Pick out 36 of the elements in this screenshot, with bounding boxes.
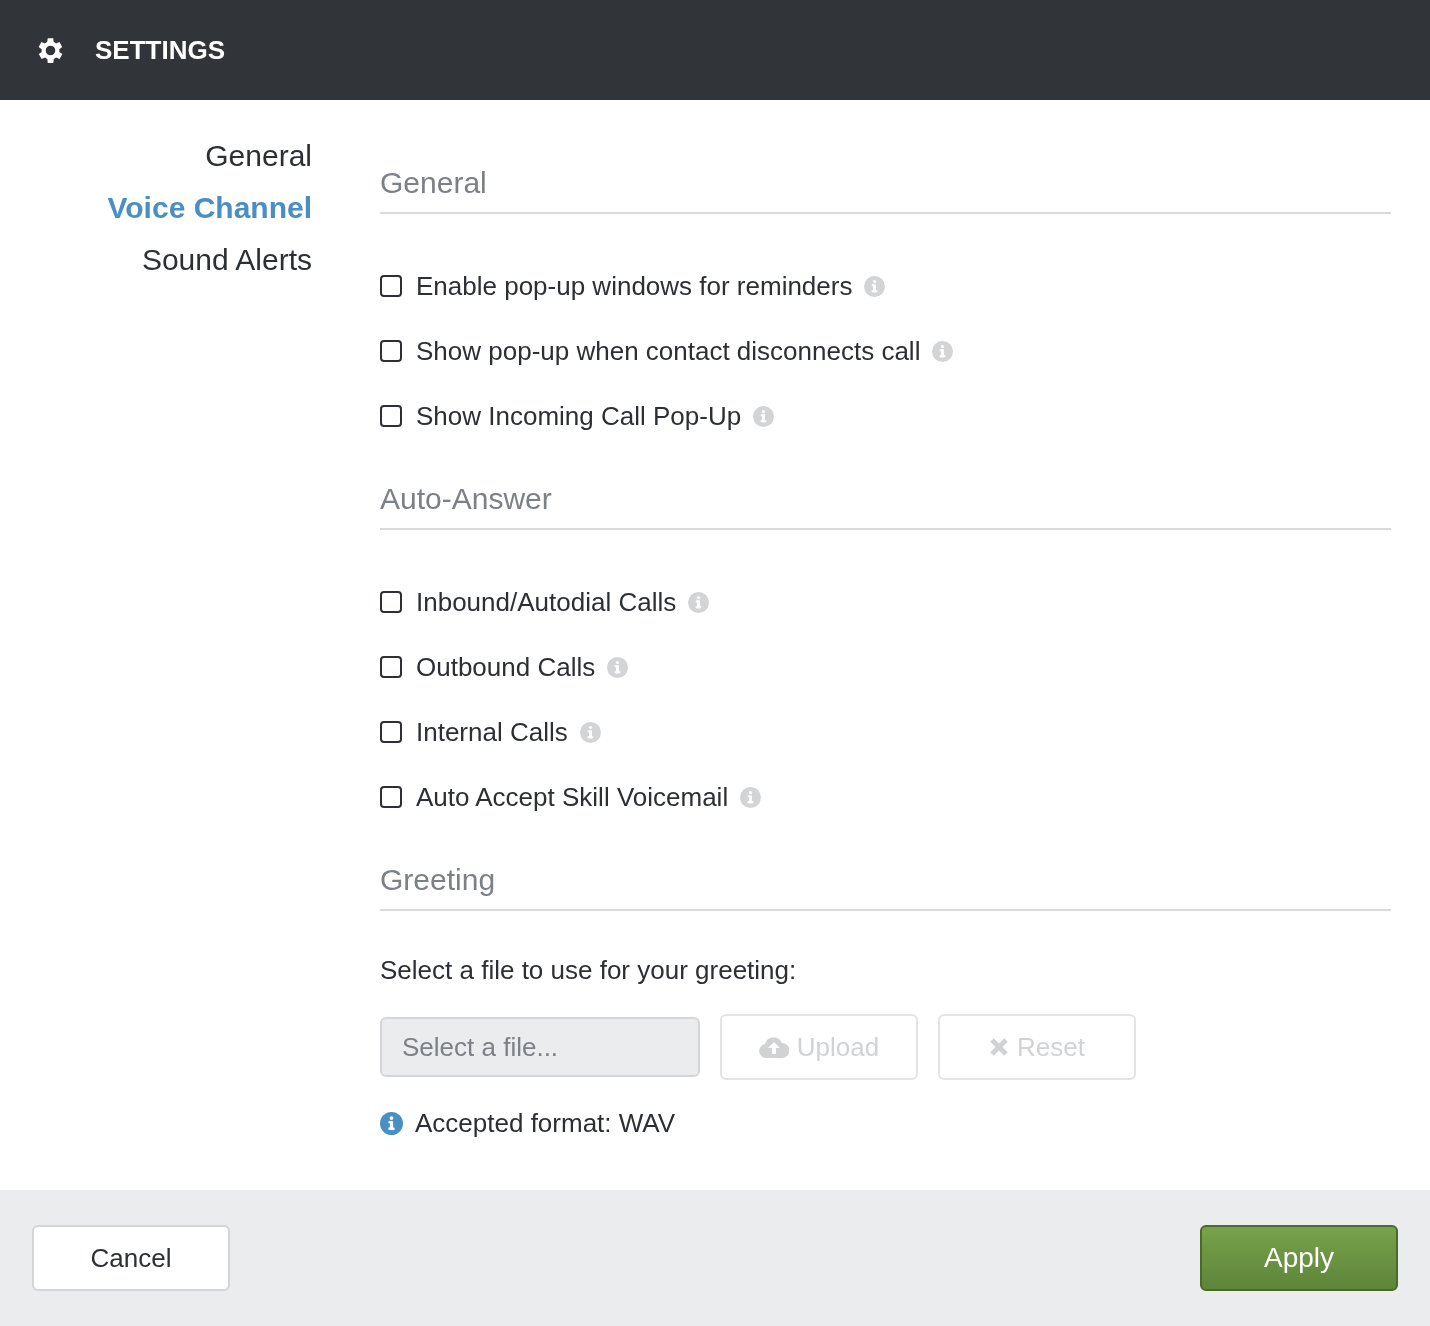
window-title: SETTINGS [95,33,225,67]
info-icon [688,591,710,613]
checkbox[interactable] [380,275,402,297]
info-icon [932,340,954,362]
checkbox-label: Show Incoming Call Pop-Up [416,399,742,433]
info-icon [753,405,775,427]
checkbox[interactable] [380,786,402,808]
info-icon [607,656,629,678]
nav-link[interactable]: Voice Channel [107,188,312,228]
cancel-button[interactable]: Cancel [32,1225,230,1291]
checkbox-label: Show pop-up when contact disconnects call [416,334,921,368]
nav-link[interactable]: General [205,136,312,176]
checkbox-label: Auto Accept Skill Voicemail [416,780,729,814]
checkbox-label: Outbound Calls [416,650,596,684]
nav-link[interactable]: Sound Alerts [141,240,312,280]
checkbox-label: Enable pop-up windows for reminders [416,269,853,303]
checkbox-label: Internal Calls [416,715,568,749]
checkbox[interactable] [380,405,402,427]
info-icon [380,1112,403,1135]
section-heading: Greeting [380,855,1391,911]
checkbox-label: Inbound/Autodial Calls [416,585,677,619]
format-note: Accepted format: WAV [415,1107,676,1140]
checkbox[interactable] [380,340,402,362]
section-heading: Auto-Answer [380,474,1391,530]
close-icon [989,1037,1010,1057]
info-icon [740,786,762,808]
section-heading: General [380,158,1391,214]
info-icon [579,721,601,743]
cloud-upload-icon [758,1036,789,1058]
checkbox[interactable] [380,656,402,678]
info-icon [864,275,886,297]
greeting-prompt: Select a file to use for your greeting: [380,954,798,987]
file-field[interactable]: Select a file... [380,1017,700,1077]
checkbox[interactable] [380,721,402,743]
apply-button[interactable]: Apply [1200,1225,1398,1291]
checkbox[interactable] [380,591,402,613]
